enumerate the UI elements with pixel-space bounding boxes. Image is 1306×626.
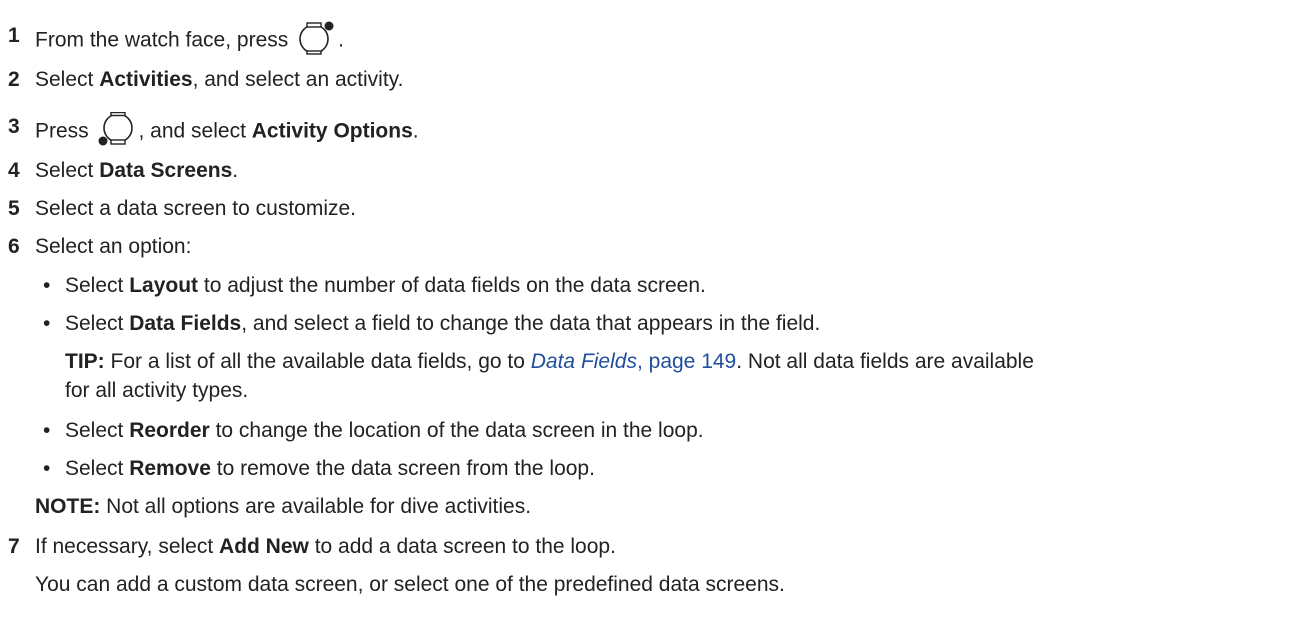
bullet: • [43, 419, 51, 442]
step-text-end: . [412, 119, 419, 143]
ui-term-data-screens: Data Screens [99, 159, 233, 182]
step-text-end: to add a data screen to the loop. [308, 535, 616, 558]
step-number: 4 [8, 159, 20, 182]
tip-text-continued: for all activity types. [65, 379, 249, 402]
ui-term-add-new: Add New [219, 535, 309, 558]
option-text-end: , and select a field to change the data … [241, 312, 821, 335]
bullet: • [43, 274, 51, 297]
bullet: • [43, 457, 51, 480]
step-text: Select a data screen to customize. [35, 197, 356, 220]
step-text: Select [35, 159, 100, 182]
tip-text-end: . Not all data fields are available [736, 350, 1034, 373]
note-text: Not all options are available for dive a… [100, 495, 532, 518]
ui-term-data-fields: Data Fields [129, 312, 242, 335]
ui-term-activity-options: Activity Options [251, 119, 413, 143]
step-text: Select [35, 68, 100, 91]
step-number: 6 [8, 235, 20, 258]
option-text-end: to remove the data screen from the loop. [210, 457, 595, 480]
watch-button-bottom-left-icon [98, 112, 133, 146]
step-number: 7 [8, 535, 20, 558]
option-text: Select [65, 457, 130, 480]
ui-term-activities: Activities [99, 68, 193, 91]
step-text-end: , and select an activity. [192, 68, 404, 91]
bullet: • [43, 312, 51, 335]
step-text: If necessary, select [35, 535, 220, 558]
step-text-end: . [232, 159, 239, 182]
option-text: Select [65, 419, 130, 442]
ui-term-reorder: Reorder [129, 419, 210, 442]
option-text: Select [65, 312, 130, 335]
watch-button-top-right-icon [299, 21, 334, 55]
tip-text: For a list of all the available data fie… [104, 350, 531, 373]
step-text-mid: , and select [138, 119, 252, 143]
option-text: Select [65, 274, 130, 297]
option-text-end: to adjust the number of data fields on t… [198, 274, 706, 297]
step-text-end: . [338, 28, 344, 52]
ui-term-layout: Layout [129, 274, 199, 297]
page-link[interactable]: , page 149 [637, 350, 736, 373]
step-detail-text: You can add a custom data screen, or sel… [35, 573, 785, 596]
option-text-end: to change the location of the data scree… [209, 419, 704, 442]
step-number: 2 [8, 68, 20, 91]
note-label: NOTE: [35, 495, 101, 518]
step-number: 5 [8, 197, 20, 220]
step-text: From the watch face, press [35, 28, 295, 52]
tip-label: TIP: [65, 350, 105, 373]
step-number: 1 [8, 24, 20, 47]
step-number: 3 [8, 115, 20, 138]
ui-term-remove: Remove [129, 457, 211, 480]
step-text: Press [35, 119, 95, 143]
step-text: Select an option: [35, 235, 192, 258]
data-fields-link[interactable]: Data Fields [531, 350, 637, 373]
